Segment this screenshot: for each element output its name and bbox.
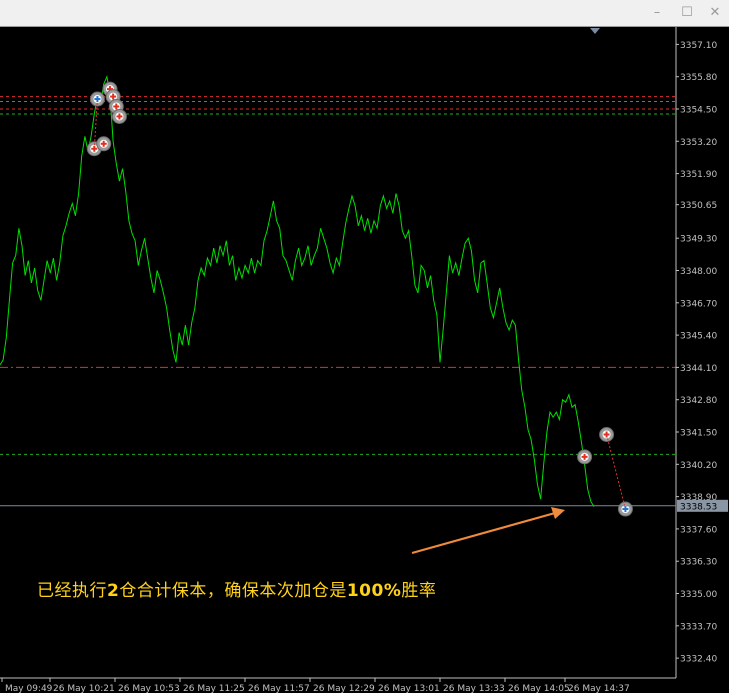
x-axis-ticks: May 09:49 26 May 10:21 26 May 10:53 26 May …: [1, 678, 630, 693]
annotation-part-3: 胜率: [401, 581, 437, 601]
close-button[interactable]: ✕: [704, 3, 726, 23]
maximize-button[interactable]: ☐: [676, 3, 698, 23]
annotation-part-2: 仓合计保本，确保本次加仓是: [119, 581, 347, 601]
annotation-arrow: [411, 507, 565, 555]
y-tick-label: 3345.40: [680, 332, 717, 342]
current-price-label: 3338.53: [680, 502, 717, 512]
y-tick-label: 3336.30: [680, 558, 717, 568]
price-series-line: [0, 74, 595, 507]
y-tick-label: 3341.50: [680, 429, 717, 439]
y-tick-label: 3335.00: [680, 590, 717, 600]
y-tick-label: 3351.90: [680, 170, 717, 180]
x-tick-label: 26 May 13:01: [378, 684, 440, 693]
annotation-num-2: 100%: [346, 581, 402, 601]
minimize-button[interactable]: –: [646, 3, 668, 23]
chart-shift-icon[interactable]: [590, 28, 600, 34]
annotation-num-1: 2: [107, 581, 120, 601]
annotation-part-1: 已经执行: [37, 581, 107, 601]
y-tick-label: 3355.80: [680, 73, 717, 83]
trade-markers: [86, 81, 633, 517]
sell-marker-icon[interactable]: [96, 136, 112, 152]
buy-marker-icon[interactable]: [617, 501, 633, 517]
x-tick-label: 26 May 14:37: [568, 684, 630, 693]
y-tick-label: 3354.50: [680, 105, 717, 115]
annotation-text: 已经执行2仓合计保本，确保本次加仓是100%胜率: [37, 576, 436, 601]
y-tick-label: 3344.10: [680, 364, 717, 374]
x-tick-label: 26 May 10:21: [53, 684, 115, 693]
y-tick-label: 3350.65: [680, 201, 717, 211]
y-tick-label: 3357.10: [680, 41, 717, 51]
y-tick-label: 3349.30: [680, 235, 717, 245]
y-tick-label: 3333.70: [680, 622, 717, 632]
x-tick-label: 26 May 11:57: [248, 684, 310, 693]
x-tick-label: May 09:49: [5, 684, 53, 693]
trade-link-line: [606, 434, 626, 510]
y-tick-label: 3346.70: [680, 299, 717, 309]
sell-marker-icon[interactable]: [111, 108, 127, 124]
sell-marker-icon[interactable]: [577, 449, 593, 465]
title-bar: – ☐ ✕: [0, 0, 729, 27]
y-tick-label: 3348.00: [680, 267, 717, 277]
x-tick-label: 26 May 10:53: [118, 684, 180, 693]
x-tick-label: 26 May 12:29: [313, 684, 375, 693]
x-tick-label: 26 May 13:33: [443, 684, 505, 693]
y-tick-label: 3340.20: [680, 461, 717, 471]
chart-window: – ☐ ✕ 3357.10 3355.80 3354.50 3353.20 3351.9…: [0, 0, 729, 693]
y-tick-label: 3337.60: [680, 525, 717, 535]
y-axis-ticks: 3357.10 3355.80 3354.50 3353.20 3351.90 3350.…: [676, 41, 717, 665]
x-tick-label: 26 May 11:25: [183, 684, 245, 693]
y-tick-label: 3342.80: [680, 396, 717, 406]
y-tick-label: 3353.20: [680, 138, 717, 148]
x-tick-label: 26 May 14:05: [508, 684, 570, 693]
y-tick-label: 3332.40: [680, 655, 717, 665]
